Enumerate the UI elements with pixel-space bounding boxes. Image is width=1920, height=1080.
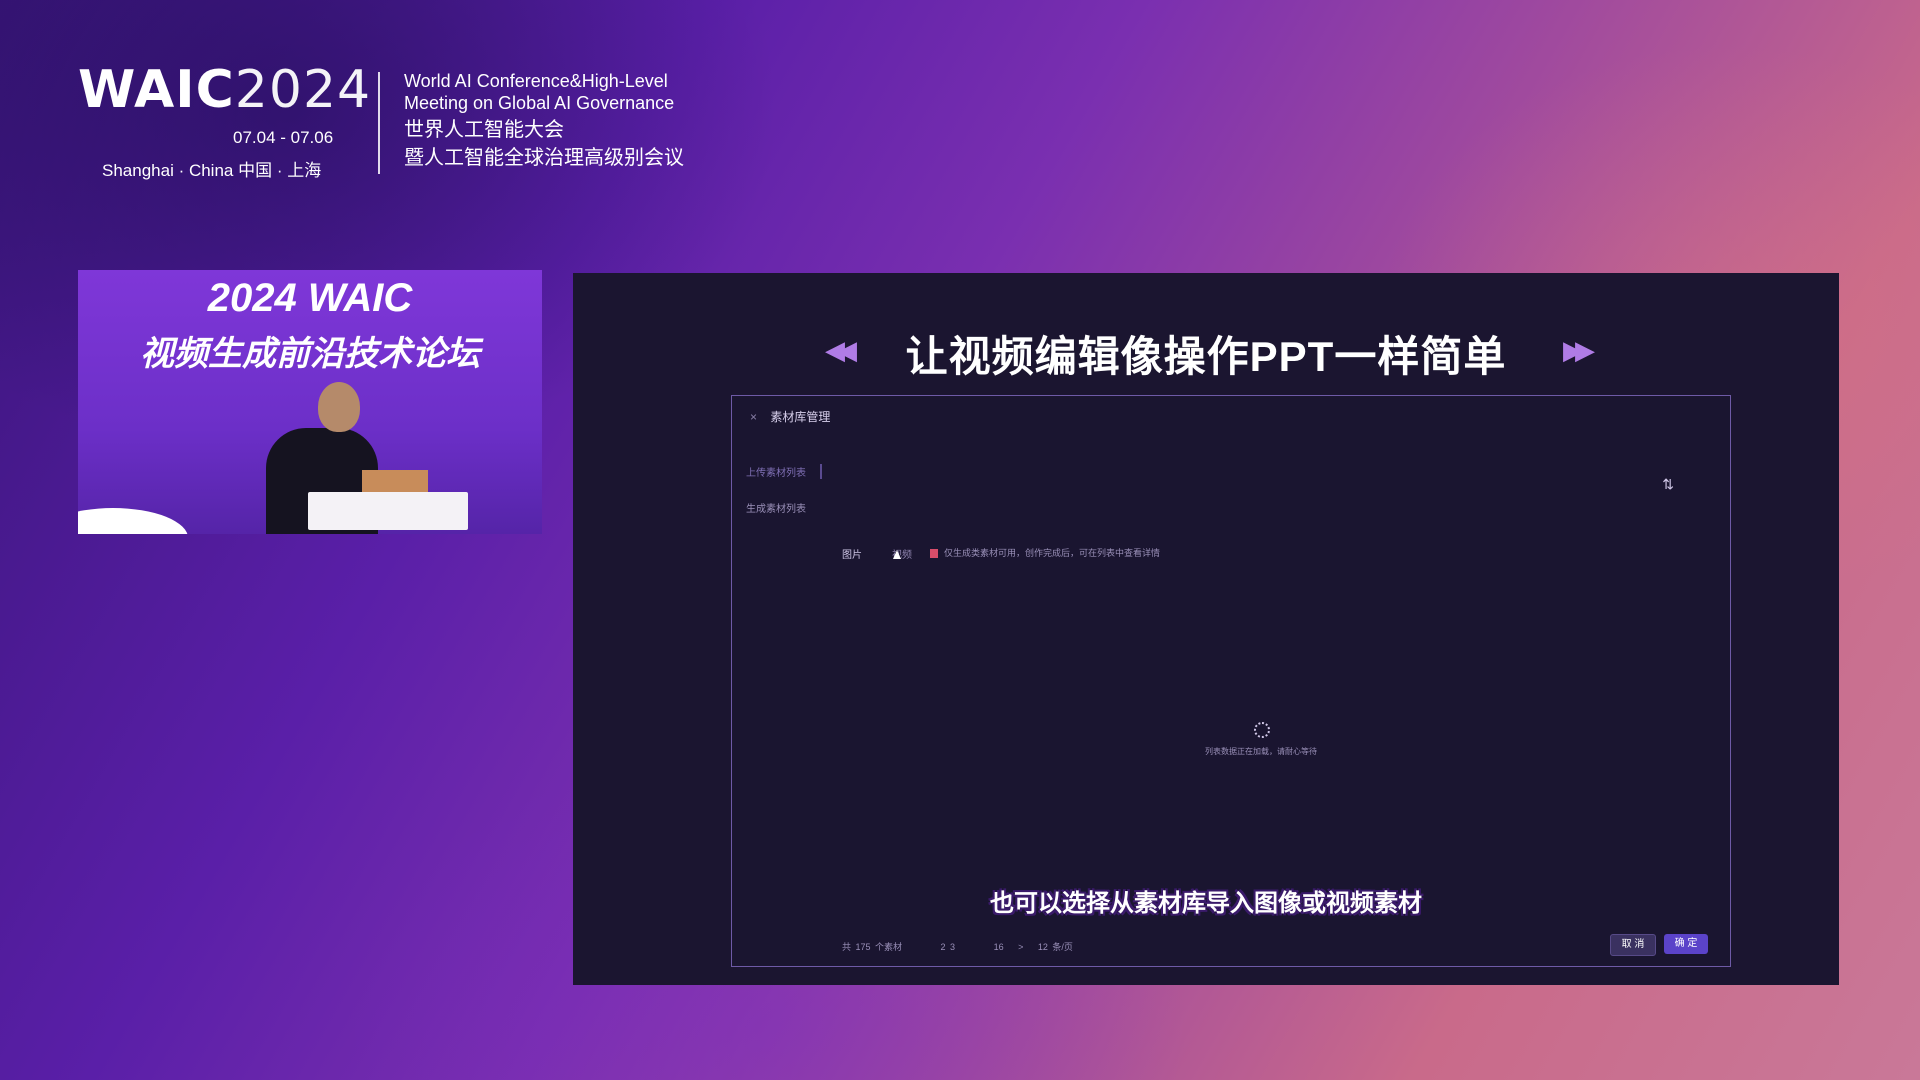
- cancel-button[interactable]: 取 消: [1610, 934, 1656, 956]
- conference-name-en-1: World AI Conference&High-Level: [404, 71, 668, 91]
- page-links[interactable]: 2 3: [941, 942, 956, 952]
- slide-title: 让视频编辑像操作PPT一样简单: [905, 333, 1507, 380]
- logo-text: WAIC2024: [78, 60, 370, 120]
- mouse-cursor-icon: [893, 550, 901, 559]
- sidebar-item-uploaded[interactable]: 上传素材列表: [746, 464, 822, 479]
- media-tabs: 图片 视频: [842, 546, 912, 561]
- notice: 仅生成类素材可用，创作完成后，可在列表中查看详情: [930, 546, 1160, 559]
- conference-header: WAIC2024 07.04 - 07.06 Shanghai · China …: [78, 62, 718, 182]
- loading-spinner-icon: [1254, 722, 1270, 738]
- dialog-header: × 素材库管理: [750, 408, 830, 425]
- notice-text: 仅生成类素材可用，创作完成后，可在列表中查看详情: [944, 548, 1161, 558]
- conference-dates: 07.04 - 07.06: [233, 128, 334, 147]
- waic-logo: WAIC2024: [78, 60, 370, 120]
- sort-icon[interactable]: ⇅: [1662, 476, 1674, 493]
- next-page-button[interactable]: >: [1018, 942, 1023, 952]
- speaker-camera-feed: 2024 WAIC 视频生成前沿技术论坛: [78, 270, 542, 534]
- dialog-title: 素材库管理: [770, 410, 831, 424]
- warning-icon: [930, 549, 938, 559]
- total-count: 共 175 个素材: [842, 942, 903, 952]
- header-divider: [378, 72, 380, 174]
- ok-button[interactable]: 确 定: [1664, 934, 1708, 954]
- sidebar-item-generated[interactable]: 生成素材列表: [746, 500, 806, 515]
- logo-word: WAIC: [78, 60, 235, 120]
- loading-text: 列表数据正在加载，请耐心等待: [1205, 747, 1317, 756]
- forum-title-2: 视频生成前沿技术论坛: [140, 335, 480, 373]
- close-icon[interactable]: ×: [750, 410, 757, 424]
- page-size-select[interactable]: 12 条/页: [1038, 942, 1073, 952]
- forum-title-1: 2024 WAIC: [207, 276, 413, 320]
- pagination: 共 175 个素材 2 3 16 > 12 条/页: [842, 940, 1107, 953]
- speaker-head: [318, 382, 360, 432]
- lectern: [308, 492, 468, 530]
- conference-name-cn-2: 暨人工智能全球治理高级别会议: [404, 147, 684, 169]
- conference-name-cn-1: 世界人工智能大会: [404, 119, 564, 141]
- video-subtitle: 也可以选择从素材库导入图像或视频素材: [990, 890, 1422, 917]
- material-library-dialog: × 素材库管理 上传素材列表 生成素材列表 ⇅ 图片 视频 仅生成类素材可用，创作…: [731, 395, 1731, 967]
- stage-decoration: [78, 508, 188, 534]
- next-arrow-icon: ▶▶: [1563, 335, 1595, 365]
- last-page-link[interactable]: 16: [994, 942, 1004, 952]
- logo-year: 2024: [234, 60, 372, 120]
- presentation-slide: ◀◀ 让视频编辑像操作PPT一样简单 ▶▶ × 素材库管理 上传素材列表 生成素…: [573, 273, 1839, 985]
- tab-images[interactable]: 图片: [842, 550, 862, 561]
- conference-location: Shanghai · China 中国 · 上海: [102, 161, 322, 180]
- conference-name: World AI Conference&High-Level Meeting o…: [404, 70, 684, 170]
- conference-name-en-2: Meeting on Global AI Governance: [404, 93, 675, 113]
